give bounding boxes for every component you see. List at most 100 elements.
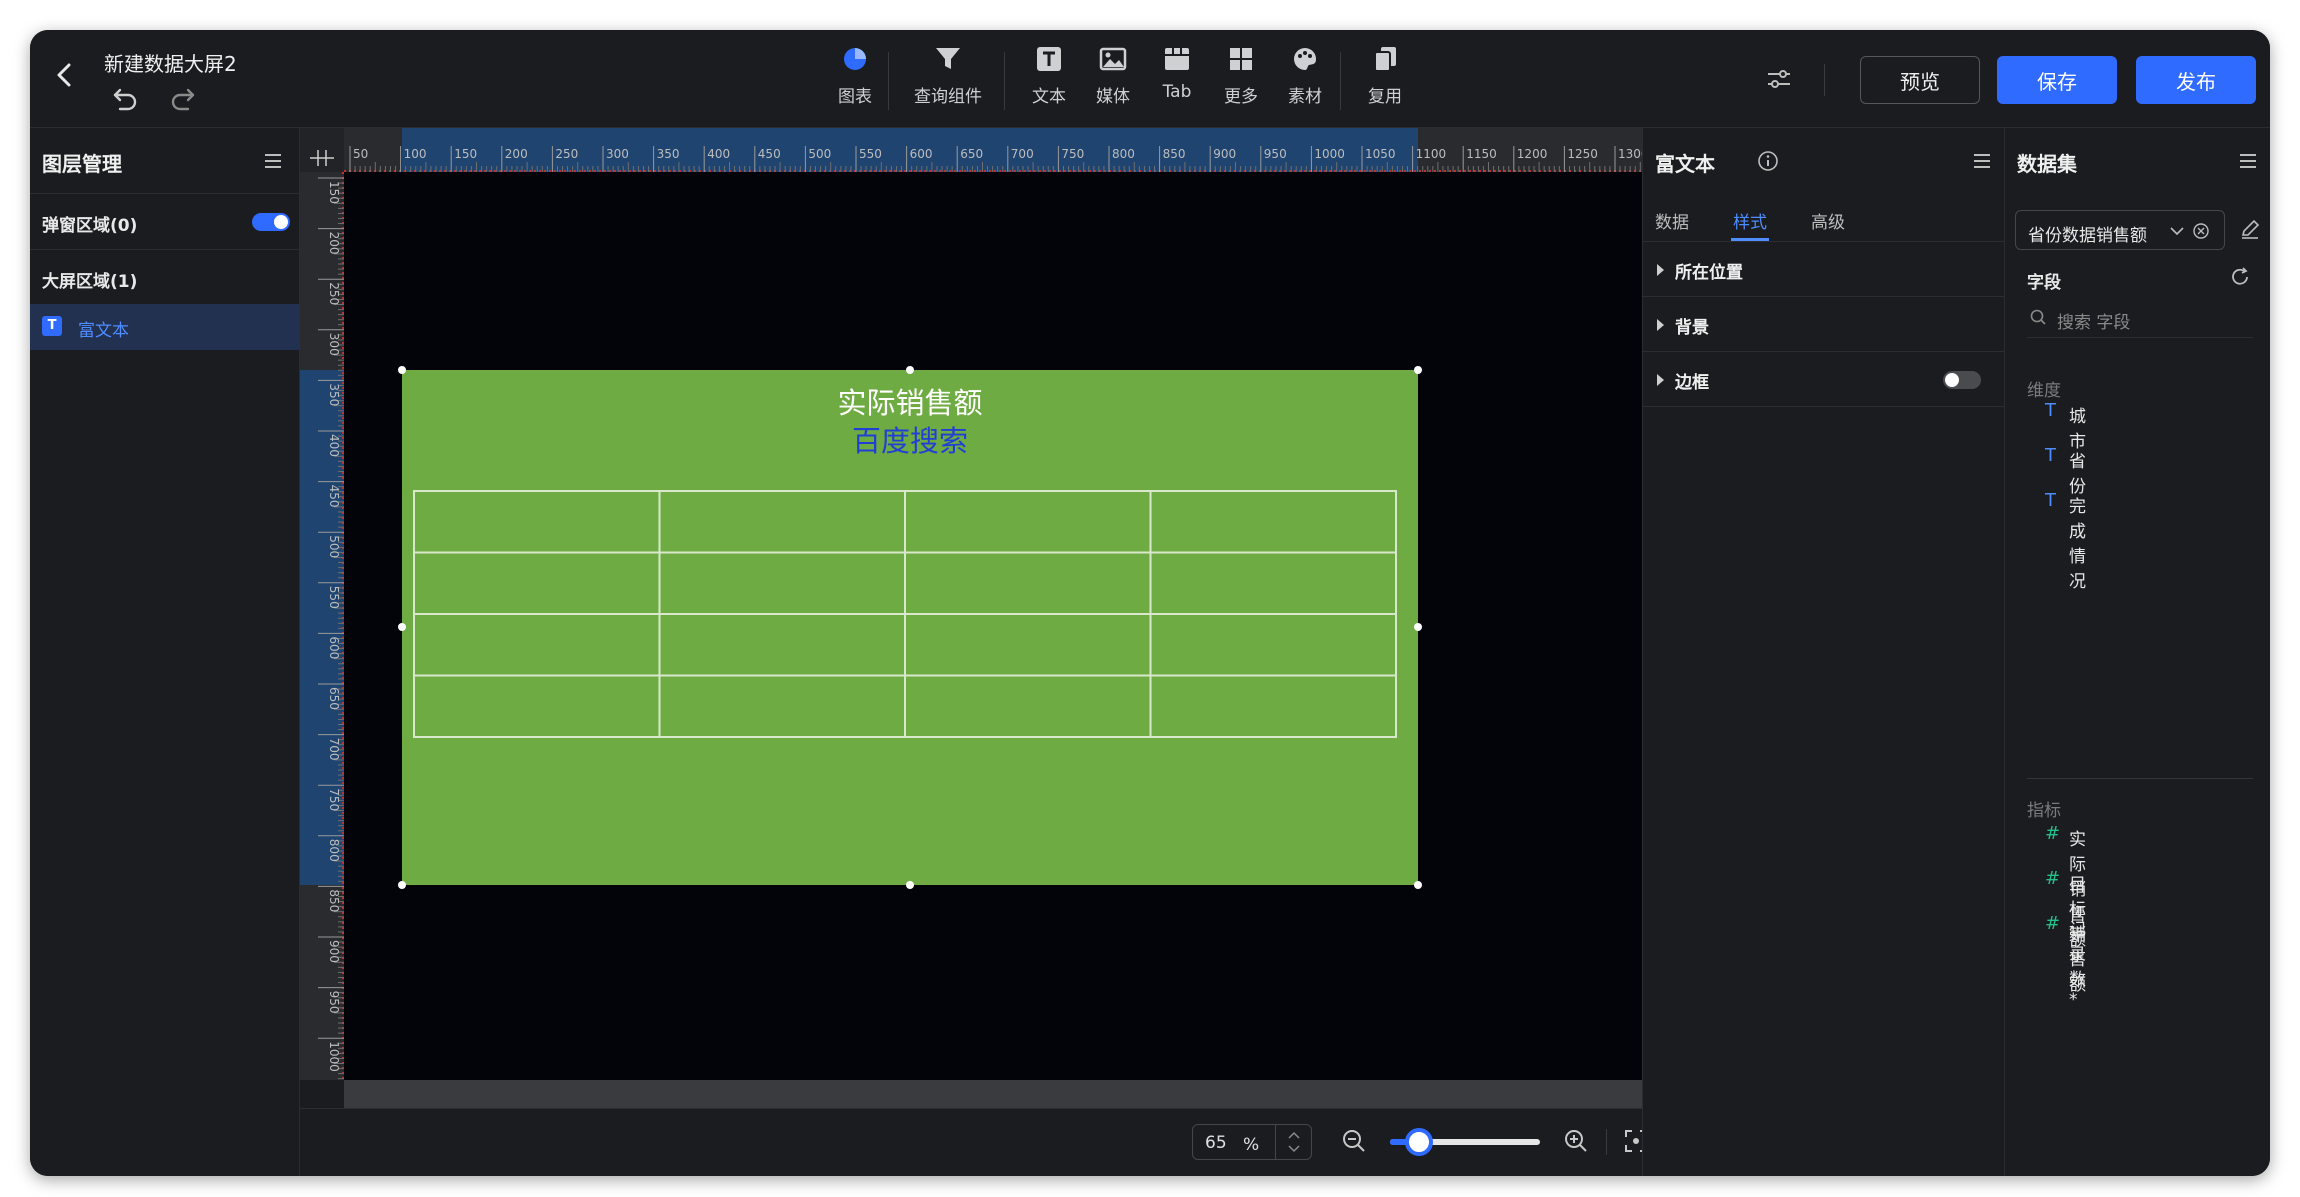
ruler-tick-label: 850 (1163, 147, 1186, 161)
ruler-tick-label: 350 (657, 147, 680, 161)
canvas-area: 50 100 150 200 250 300 350 400 450 500 550 600 650 70… (300, 128, 1642, 1108)
clear-icon[interactable] (2192, 222, 2210, 240)
rich-text-table (413, 490, 1397, 738)
zoom-unit: % (1243, 1135, 1260, 1155)
tool-query[interactable]: 查询组件 (908, 44, 988, 114)
layer-panel-header: 图层管理 (30, 128, 299, 194)
dataset-select[interactable]: 省份数据销售额 (2015, 210, 2225, 250)
tab-icon (1165, 48, 1189, 70)
settings-button[interactable] (1764, 64, 1794, 94)
popup-area-label: 弹窗区域(0) (42, 216, 138, 236)
tool-label: Tab (1162, 82, 1192, 102)
zoom-stepper[interactable] (1275, 1125, 1311, 1159)
layer-panel-title: 图层管理 (42, 152, 122, 176)
tool-tab[interactable]: Tab (1152, 44, 1202, 114)
zoom-in-icon (1565, 1130, 1587, 1152)
zoom-value: 65 (1205, 1133, 1227, 1153)
toggle-knob (274, 215, 288, 229)
resize-handle-nw[interactable] (398, 366, 406, 374)
resize-handle-s[interactable] (906, 881, 914, 889)
undo-button[interactable] (110, 82, 142, 112)
tab-data[interactable]: 数据 (1655, 208, 1689, 233)
field-label: 记录数* (2069, 920, 2086, 1010)
tool-media[interactable]: 媒体 (1088, 44, 1138, 114)
zoom-bar: 65 % (300, 1108, 1647, 1176)
ruler-tick-label: 1050 (1365, 147, 1396, 161)
tool-reuse[interactable]: 复用 (1360, 44, 1410, 114)
tool-chart[interactable]: 图表 (830, 44, 880, 114)
refresh-fields-button[interactable] (2229, 266, 2251, 288)
section-position[interactable]: 所在位置 (1643, 243, 2005, 297)
ruler-tick-label: 550 (859, 147, 882, 161)
properties-tabs: 数据 样式 高级 (1643, 194, 2005, 242)
caret-right-icon (1657, 264, 1664, 276)
tool-label: 复用 (1368, 87, 1402, 107)
zoom-out-button[interactable] (1340, 1127, 1368, 1155)
properties-menu-button[interactable] (1971, 150, 1993, 172)
dimension-type-icon: T (2045, 400, 2056, 421)
section-background[interactable]: 背景 (1643, 298, 2005, 352)
redo-button[interactable] (166, 82, 198, 112)
tool-label: 素材 (1288, 87, 1322, 107)
ruler-tick-label: 250 (555, 147, 578, 161)
resize-handle-n[interactable] (906, 366, 914, 374)
ruler-tick-label: 250 (327, 282, 341, 305)
resize-handle-se[interactable] (1414, 881, 1422, 889)
resize-handle-e[interactable] (1414, 623, 1422, 631)
ruler-tick-label: 500 (327, 535, 341, 558)
ruler-tick-label: 150 (327, 181, 341, 204)
zoom-input[interactable]: 65 % (1192, 1124, 1312, 1160)
ruler-tick-label: 1300 (1618, 147, 1642, 161)
vertical-ruler[interactable]: 150 200 250 300 350 400 450 500 550 600 650 700 750 8… (300, 172, 344, 1080)
ruler-corner[interactable] (300, 128, 344, 172)
measure-type-icon: # (2045, 823, 2061, 844)
ruler-tick-label: 700 (1011, 147, 1034, 161)
page-title: 新建数据大屏2 (104, 52, 237, 76)
ruler-tick-label: 500 (808, 147, 831, 161)
ruler-tick-label: 950 (1264, 147, 1287, 161)
ruler-tick-label: 1250 (1567, 147, 1598, 161)
rich-text-component[interactable]: 实际销售额 百度搜索 (398, 366, 1422, 889)
tool-more[interactable]: 更多 (1216, 44, 1266, 114)
preview-button[interactable]: 预览 (1860, 56, 1980, 104)
screen-area-label: 大屏区域(1) (42, 272, 138, 292)
save-button[interactable]: 保存 (1997, 56, 2117, 104)
info-icon[interactable] (1757, 150, 1779, 172)
popup-area-row[interactable]: 弹窗区域(0) (30, 194, 299, 250)
tab-advanced[interactable]: 高级 (1811, 208, 1845, 233)
horizontal-ruler[interactable]: 50 100 150 200 250 300 350 400 450 500 550 600 650 70… (344, 128, 1642, 172)
ruler-tick-label: 800 (1112, 147, 1135, 161)
border-toggle[interactable] (1943, 371, 1981, 389)
publish-button[interactable]: 发布 (2136, 56, 2256, 104)
dataset-panel: 数据集 省份数据销售额 字段 搜索 字段 维度 T 城市 T 省份 T 完成情况… (2004, 128, 2270, 1176)
layer-menu-button[interactable] (262, 150, 284, 172)
chevron-down-icon (2168, 223, 2186, 239)
resize-handle-w[interactable] (398, 623, 406, 631)
toggle-knob (1945, 373, 1959, 387)
tool-assets[interactable]: 素材 (1280, 44, 1330, 114)
popup-area-toggle[interactable] (252, 213, 290, 231)
tab-style[interactable]: 样式 (1733, 208, 1767, 233)
ruler-tick-label: 550 (327, 586, 341, 609)
tool-label: 文本 (1032, 87, 1066, 107)
field-search-input[interactable]: 搜索 字段 (2027, 298, 2253, 338)
screen-area-row[interactable]: 大屏区域(1) (30, 250, 299, 306)
zoom-slider-handle[interactable] (1405, 1128, 1433, 1156)
edit-dataset-button[interactable] (2239, 218, 2261, 240)
section-border[interactable]: 边框 (1643, 353, 2005, 407)
ruler-tick-label: 1100 (1416, 147, 1447, 161)
dimension-type-icon: T (2045, 490, 2056, 511)
horizontal-scrollbar[interactable] (344, 1080, 1642, 1108)
measure-group-label: 指标 (2027, 801, 2061, 821)
undo-icon (113, 88, 137, 111)
screen-canvas[interactable]: 实际销售额 百度搜索 (344, 172, 1642, 1080)
ruler-tick-label: 300 (327, 333, 341, 356)
back-button[interactable] (48, 58, 82, 92)
resize-handle-ne[interactable] (1414, 366, 1422, 374)
zoom-in-button[interactable] (1562, 1127, 1590, 1155)
edit-icon (2241, 219, 2260, 239)
dataset-menu-button[interactable] (2237, 150, 2259, 172)
resize-handle-sw[interactable] (398, 881, 406, 889)
tool-text[interactable]: 文本 (1024, 44, 1074, 114)
layer-item-rich-text[interactable]: T 富文本 (30, 304, 300, 350)
